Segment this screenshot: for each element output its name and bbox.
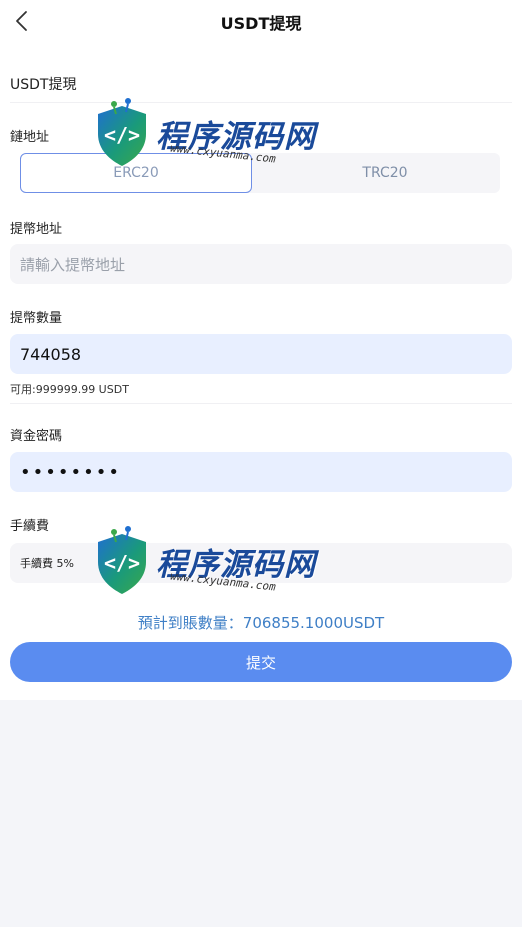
fee-label: 手續費 xyxy=(10,519,50,534)
section-divider xyxy=(10,102,512,103)
fee-value: 手續費 5% xyxy=(10,543,512,583)
svg-text:</>: </> xyxy=(104,123,140,147)
password-label: 資金密碼 xyxy=(10,429,63,444)
section-title: USDT提現 xyxy=(10,77,77,93)
available-balance: 可用:999999.99 USDT xyxy=(10,383,129,396)
page-title: USDT提現 xyxy=(220,14,302,33)
chain-option-trc20[interactable]: TRC20 xyxy=(270,153,500,193)
address-input[interactable] xyxy=(10,244,512,284)
address-label: 提幣地址 xyxy=(10,222,63,237)
watermark-text: 程序源码网 xyxy=(156,118,316,155)
withdraw-page: USDT提現 USDT提現 鏈地址 ERC20 TRC20 提幣地址 提幣數量 … xyxy=(0,0,522,700)
password-input[interactable]: •••••••• xyxy=(10,452,512,492)
estimated-amount: 預計到賬數量：706855.1000USDT xyxy=(137,614,385,632)
amount-label: 提幣數量 xyxy=(10,311,63,326)
amount-divider xyxy=(10,403,512,404)
amount-input[interactable] xyxy=(10,334,512,374)
chain-option-erc20[interactable]: ERC20 xyxy=(20,153,252,193)
chain-label: 鏈地址 xyxy=(10,130,50,145)
submit-button[interactable]: 提交 xyxy=(10,642,512,682)
